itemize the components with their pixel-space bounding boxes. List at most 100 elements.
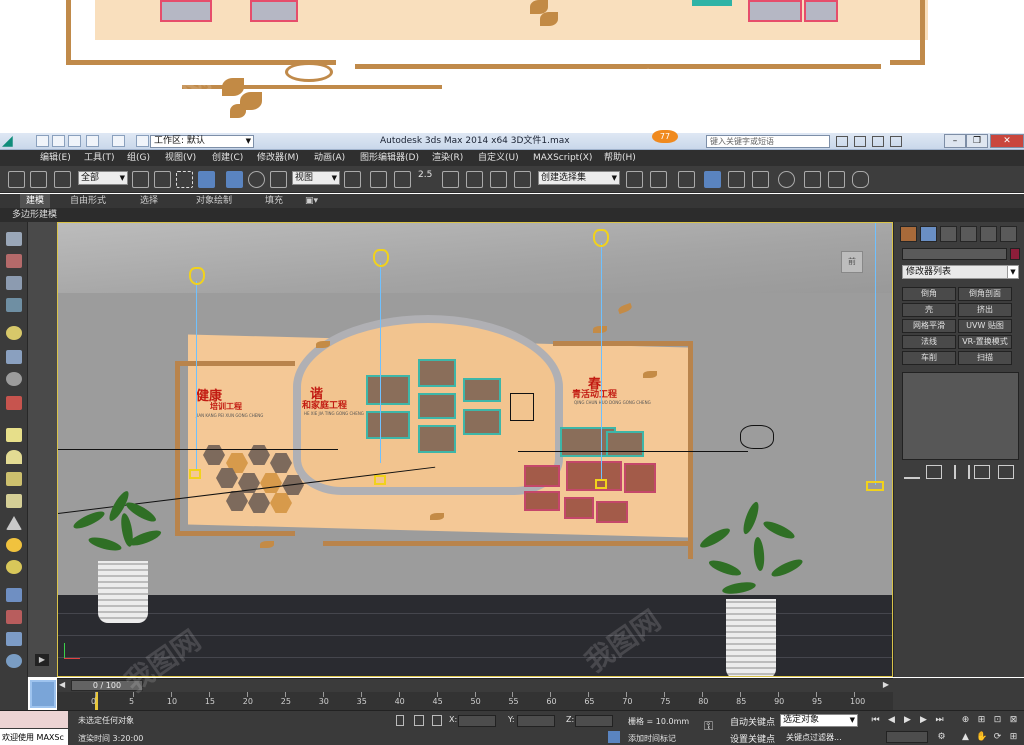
hierarchy-tab-icon[interactable] — [940, 226, 957, 242]
camera-icon[interactable] — [740, 425, 774, 449]
search-input[interactable]: 键入关键字或短语 — [706, 135, 830, 148]
scene-explorer-icon[interactable] — [704, 171, 721, 188]
restore-button[interactable]: ❐ — [966, 134, 988, 148]
mirror-icon[interactable] — [626, 171, 643, 188]
time-tag-icon[interactable] — [608, 731, 620, 743]
perspective-viewport[interactable]: 前 健康 培训工程 JIAN KANG PEI XUN GONG CHENG 谐… — [57, 222, 893, 677]
light-target-icon[interactable] — [866, 481, 884, 491]
modifier-button-uvw-map[interactable]: UVW 贴图 — [958, 319, 1012, 333]
light-target-icon[interactable] — [189, 469, 201, 479]
modifier-button-lathe[interactable]: 车削 — [902, 351, 956, 365]
orbit-icon[interactable]: ⟳ — [992, 732, 1003, 743]
window-crossing-icon[interactable] — [198, 171, 215, 188]
modifier-list-dropdown[interactable]: 修改器列表 ▼ — [902, 265, 1019, 279]
tab-freeform[interactable]: 自由形式 — [70, 194, 106, 208]
reference-coordinate-dropdown[interactable]: 视图 ▼ — [292, 171, 340, 185]
zoom-extents-icon[interactable]: ⊡ — [992, 715, 1003, 726]
snap-toggle-value[interactable]: 2.5 — [418, 170, 432, 180]
gear-icon[interactable] — [6, 654, 22, 668]
geosphere-icon[interactable] — [6, 560, 22, 574]
current-frame-field[interactable] — [886, 731, 928, 743]
plant-pot[interactable] — [98, 561, 148, 623]
zoom-icon[interactable]: ⊕ — [960, 715, 971, 726]
box-primitive-icon[interactable] — [6, 428, 22, 442]
viewport-layout-button[interactable] — [30, 680, 56, 708]
workspace-dropdown[interactable]: 工作区: 默认 ▼ — [150, 135, 254, 148]
utilities-tab-icon[interactable] — [1000, 226, 1017, 242]
pin-stack-icon[interactable] — [904, 465, 920, 479]
menu-maxscript[interactable]: MAXScript(X) — [533, 150, 592, 166]
angle-snap-icon[interactable] — [442, 171, 459, 188]
modifier-stack[interactable] — [902, 372, 1019, 460]
cone-icon[interactable] — [6, 516, 22, 530]
show-end-result-icon[interactable] — [926, 465, 942, 479]
fov-icon[interactable]: ▲ — [960, 732, 971, 743]
app-logo-icon[interactable]: ◢ — [2, 133, 30, 150]
torus-icon[interactable] — [6, 494, 22, 508]
light-icon[interactable] — [6, 326, 22, 340]
light-target-icon[interactable] — [595, 479, 607, 489]
tab-modeling[interactable]: 建模 — [20, 194, 51, 208]
undo-icon[interactable] — [86, 135, 99, 147]
lamp-icon[interactable] — [593, 229, 609, 247]
camera-icon[interactable] — [510, 393, 534, 421]
scale-icon[interactable] — [270, 171, 287, 188]
modifier-button-meshsmooth[interactable]: 网格平滑 — [902, 319, 956, 333]
key-filters-button[interactable]: 关键点过滤器... — [786, 732, 842, 743]
polygon-modeling-label[interactable]: 多边形建模 — [12, 208, 57, 222]
track-bar[interactable]: 0 5 10 15 20 25 30 35 40 45 50 55 60 65 70 75 80 85 90 95 10… — [57, 692, 893, 710]
menu-rendering[interactable]: 渲染(R) — [432, 150, 463, 166]
menu-edit[interactable]: 编辑(E) — [40, 150, 71, 166]
absolute-mode-icon[interactable] — [432, 715, 442, 726]
edit-named-selection-icon[interactable] — [514, 171, 531, 188]
schematic-view-icon[interactable] — [752, 171, 769, 188]
add-time-tag[interactable]: 添加时间标记 — [628, 733, 676, 744]
box-icon[interactable] — [6, 254, 22, 268]
teapot-icon[interactable] — [852, 171, 869, 188]
menu-tools[interactable]: 工具(T) — [84, 150, 115, 166]
tab-selection[interactable]: 选择 — [140, 194, 158, 208]
menu-animation[interactable]: 动画(A) — [314, 150, 345, 166]
menu-customize[interactable]: 自定义(U) — [478, 150, 519, 166]
zoom-extents-all-icon[interactable]: ⊠ — [1008, 715, 1019, 726]
keyboard-shortcut-icon[interactable] — [394, 171, 411, 188]
curve-editor-icon[interactable] — [728, 171, 745, 188]
plant-pot[interactable] — [726, 599, 776, 676]
modifier-button-sweep[interactable]: 扫描 — [958, 351, 1012, 365]
close-button[interactable]: ✕ — [990, 134, 1024, 148]
compound-icon[interactable] — [6, 632, 22, 646]
unlink-icon[interactable] — [30, 171, 47, 188]
sphere-icon[interactable] — [6, 450, 22, 464]
rendered-frame-icon[interactable] — [828, 171, 845, 188]
x-coordinate-field[interactable] — [458, 715, 496, 727]
menu-group[interactable]: 组(G) — [127, 150, 150, 166]
modifier-button-bevel[interactable]: 倒角 — [902, 287, 956, 301]
create-tab-icon[interactable] — [900, 226, 917, 242]
key-mode-dropdown[interactable]: 选定对象 ▼ — [780, 714, 858, 727]
plane-icon[interactable] — [6, 276, 22, 290]
notification-badge[interactable]: 77 — [652, 130, 678, 143]
menu-modifiers[interactable]: 修改器(M) — [257, 150, 299, 166]
modifier-button-extrude[interactable]: 挤出 — [958, 303, 1012, 317]
maxscript-welcome[interactable]: 欢迎使用 MAXSc — [0, 729, 68, 745]
render-setup-icon[interactable] — [804, 171, 821, 188]
play-icon[interactable]: ▶ — [902, 715, 913, 726]
modifier-button-normal[interactable]: 法线 — [902, 335, 956, 349]
save-icon[interactable] — [68, 135, 81, 147]
key-icon[interactable]: ⚿ — [704, 719, 713, 734]
pivot-center-icon[interactable] — [344, 171, 361, 188]
display-tab-icon[interactable] — [980, 226, 997, 242]
viewcube[interactable]: 前 — [841, 251, 863, 273]
modifier-button-vr-displacement[interactable]: VR-置换模式 — [958, 335, 1012, 349]
make-unique-icon[interactable] — [954, 465, 970, 479]
pan-icon[interactable]: ✋ — [976, 732, 987, 743]
object-color-swatch[interactable] — [1010, 248, 1020, 260]
sun-icon[interactable] — [6, 538, 22, 552]
tab-object-paint[interactable]: 对象绘制 — [196, 194, 232, 208]
modifier-button-bevel-profile[interactable]: 倒角剖面 — [958, 287, 1012, 301]
binoculars-icon[interactable] — [836, 136, 848, 147]
z-coordinate-field[interactable] — [575, 715, 613, 727]
maxscript-listener[interactable] — [0, 711, 68, 728]
goto-start-icon[interactable]: ⏮ — [870, 715, 881, 726]
move-icon[interactable] — [226, 171, 243, 188]
